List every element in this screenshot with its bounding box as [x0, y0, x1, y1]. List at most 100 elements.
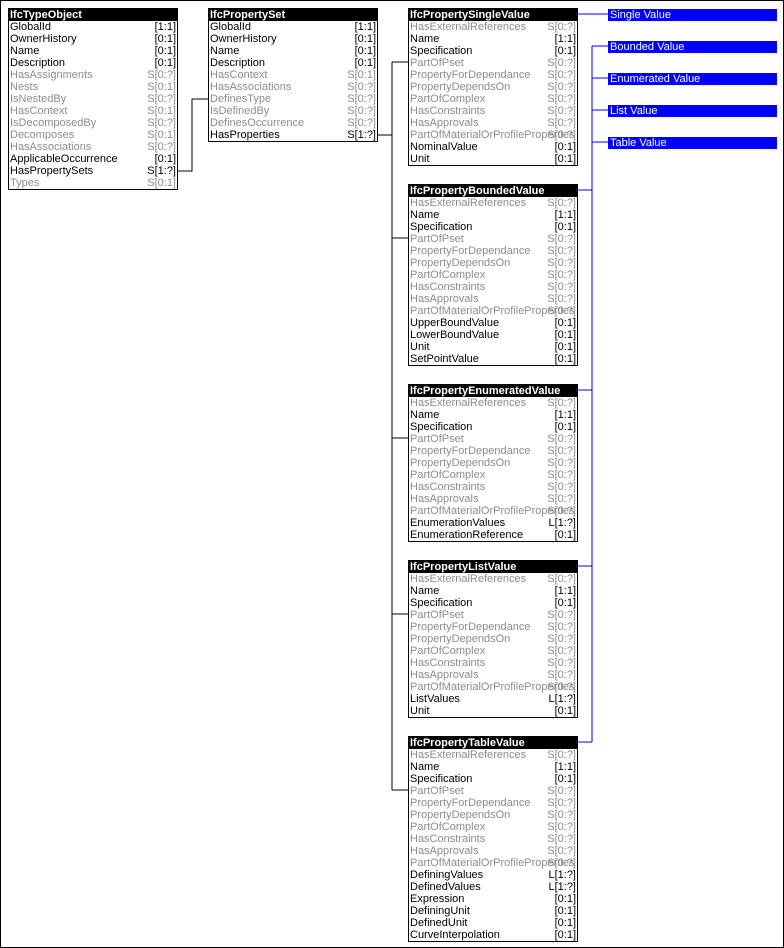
- attribute-row[interactable]: ApplicableOccurrence [0:1]: [9, 153, 177, 165]
- attribute-row[interactable]: HasContext S[0:1]: [9, 105, 177, 117]
- attribute-row[interactable]: PartOfPset S[0:?]: [409, 609, 577, 621]
- attribute-row[interactable]: IsDecomposedBy S[0:?]: [9, 117, 177, 129]
- attribute-row[interactable]: PartOfMaterialOrProfileProperties S[0:?]: [409, 505, 577, 517]
- attribute-row[interactable]: SetPointValue [0:1]: [409, 353, 577, 365]
- attribute-row[interactable]: HasConstraints S[0:?]: [409, 281, 577, 293]
- attribute-row[interactable]: DefinesType S[0:?]: [209, 93, 377, 105]
- entity-list-value[interactable]: IfcPropertyListValue HasExternalReference…: [408, 560, 578, 718]
- attribute-row[interactable]: Unit [0:1]: [409, 341, 577, 353]
- label-enumerated-value[interactable]: Enumerated Value: [608, 73, 777, 85]
- attribute-row[interactable]: PartOfPset S[0:?]: [409, 433, 577, 445]
- attribute-row[interactable]: GlobalId [1:1]: [209, 21, 377, 33]
- attribute-row[interactable]: Specification [0:1]: [409, 221, 577, 233]
- attribute-row[interactable]: Name [1:1]: [409, 585, 577, 597]
- attribute-row[interactable]: PropertyDependsOn S[0:?]: [409, 809, 577, 821]
- entity-table-value[interactable]: IfcPropertyTableValue HasExternalReferenc…: [408, 736, 578, 942]
- attribute-row[interactable]: EnumerationValues L[1:?]: [409, 517, 577, 529]
- attribute-row[interactable]: PartOfComplex S[0:?]: [409, 645, 577, 657]
- attribute-row[interactable]: Specification [0:1]: [409, 421, 577, 433]
- attribute-row[interactable]: Name [1:1]: [409, 209, 577, 221]
- attribute-row[interactable]: PartOfPset S[0:?]: [409, 785, 577, 797]
- attribute-row[interactable]: PropertyDependsOn S[0:?]: [409, 81, 577, 93]
- attribute-row[interactable]: NominalValue [0:1]: [409, 141, 577, 153]
- attribute-row[interactable]: Specification [0:1]: [409, 597, 577, 609]
- attribute-row[interactable]: HasExternalReferences S[0:?]: [409, 197, 577, 209]
- attribute-row[interactable]: ListValues L[1:?]: [409, 693, 577, 705]
- attribute-row[interactable]: PartOfMaterialOrProfileProperties S[0:?]: [409, 305, 577, 317]
- attribute-row[interactable]: PartOfComplex S[0:?]: [409, 469, 577, 481]
- attribute-row[interactable]: HasAssociations S[0:?]: [209, 81, 377, 93]
- attribute-row[interactable]: PartOfMaterialOrProfileProperties S[0:?]: [409, 681, 577, 693]
- label-list-value[interactable]: List Value: [608, 105, 777, 117]
- attribute-row[interactable]: DefiningValues L[1:?]: [409, 869, 577, 881]
- entity-single-value[interactable]: IfcPropertySingleValue HasExternalReferen…: [408, 8, 578, 166]
- attribute-row[interactable]: PropertyForDependance S[0:?]: [409, 621, 577, 633]
- attribute-row[interactable]: Name [0:1]: [9, 45, 177, 57]
- attribute-row[interactable]: PropertyForDependance S[0:?]: [409, 245, 577, 257]
- label-table-value[interactable]: Table Value: [608, 137, 777, 149]
- attribute-row[interactable]: Description [0:1]: [9, 57, 177, 69]
- attribute-row[interactable]: PropertyForDependance S[0:?]: [409, 69, 577, 81]
- attribute-row[interactable]: HasProperties S[1:?]: [209, 129, 377, 141]
- attribute-row[interactable]: HasConstraints S[0:?]: [409, 481, 577, 493]
- attribute-row[interactable]: Expression [0:1]: [409, 893, 577, 905]
- attribute-row[interactable]: Description [0:1]: [209, 57, 377, 69]
- attribute-row[interactable]: HasConstraints S[0:?]: [409, 657, 577, 669]
- attribute-row[interactable]: HasApprovals S[0:?]: [409, 669, 577, 681]
- attribute-row[interactable]: PartOfPset S[0:?]: [409, 233, 577, 245]
- attribute-row[interactable]: IsDefinedBy S[0:?]: [209, 105, 377, 117]
- attribute-row[interactable]: DefinedUnit [0:1]: [409, 917, 577, 929]
- attribute-row[interactable]: PropertyDependsOn S[0:?]: [409, 633, 577, 645]
- attribute-row[interactable]: HasApprovals S[0:?]: [409, 117, 577, 129]
- attribute-row[interactable]: OwnerHistory [0:1]: [9, 33, 177, 45]
- attribute-row[interactable]: HasContext S[0:1]: [209, 69, 377, 81]
- label-bounded-value[interactable]: Bounded Value: [608, 41, 777, 53]
- attribute-row[interactable]: LowerBoundValue [0:1]: [409, 329, 577, 341]
- attribute-row[interactable]: HasConstraints S[0:?]: [409, 833, 577, 845]
- attribute-row[interactable]: HasApprovals S[0:?]: [409, 493, 577, 505]
- attribute-row[interactable]: PartOfComplex S[0:?]: [409, 93, 577, 105]
- attribute-row[interactable]: PropertyForDependance S[0:?]: [409, 797, 577, 809]
- entity-bounded-value[interactable]: IfcPropertyBoundedValue HasExternalRefere…: [408, 184, 578, 366]
- entity-enumerated-value[interactable]: IfcPropertyEnumeratedValue HasExternalRef…: [408, 384, 578, 542]
- attribute-row[interactable]: Name [1:1]: [409, 33, 577, 45]
- attribute-row[interactable]: Unit [0:1]: [409, 153, 577, 165]
- attribute-row[interactable]: HasPropertySets S[1:?]: [9, 165, 177, 177]
- attribute-row[interactable]: HasConstraints S[0:?]: [409, 105, 577, 117]
- entity-property-set[interactable]: IfcPropertySet GlobalId [1:1] OwnerHistory […: [208, 8, 378, 142]
- attribute-row[interactable]: PartOfMaterialOrProfileProperties S[0:?]: [409, 129, 577, 141]
- attribute-row[interactable]: HasExternalReferences S[0:?]: [409, 573, 577, 585]
- attribute-row[interactable]: EnumerationReference [0:1]: [409, 529, 577, 541]
- attribute-row[interactable]: CurveInterpolation [0:1]: [409, 929, 577, 941]
- attribute-row[interactable]: PartOfMaterialOrProfileProperties S[0:?]: [409, 857, 577, 869]
- attribute-row[interactable]: IsNestedBy S[0:?]: [9, 93, 177, 105]
- label-single-value[interactable]: Single Value: [608, 9, 777, 21]
- attribute-row[interactable]: Name [1:1]: [409, 409, 577, 421]
- attribute-row[interactable]: DefiningUnit [0:1]: [409, 905, 577, 917]
- attribute-row[interactable]: Nests S[0:1]: [9, 81, 177, 93]
- attribute-row[interactable]: HasApprovals S[0:?]: [409, 845, 577, 857]
- attribute-row[interactable]: Name [0:1]: [209, 45, 377, 57]
- attribute-row[interactable]: DefinesOccurrence S[0:?]: [209, 117, 377, 129]
- attribute-row[interactable]: PropertyForDependance S[0:?]: [409, 445, 577, 457]
- attribute-row[interactable]: PartOfComplex S[0:?]: [409, 821, 577, 833]
- attribute-row[interactable]: DefinedValues L[1:?]: [409, 881, 577, 893]
- attribute-row[interactable]: Types S[0:1]: [9, 177, 177, 189]
- attribute-row[interactable]: Name [1:1]: [409, 761, 577, 773]
- attribute-row[interactable]: UpperBoundValue [0:1]: [409, 317, 577, 329]
- attribute-row[interactable]: Specification [0:1]: [409, 45, 577, 57]
- attribute-row[interactable]: PartOfPset S[0:?]: [409, 57, 577, 69]
- attribute-row[interactable]: GlobalId [1:1]: [9, 21, 177, 33]
- attribute-row[interactable]: HasExternalReferences S[0:?]: [409, 21, 577, 33]
- attribute-row[interactable]: Unit [0:1]: [409, 705, 577, 717]
- attribute-row[interactable]: HasAssignments S[0:?]: [9, 69, 177, 81]
- attribute-row[interactable]: Specification [0:1]: [409, 773, 577, 785]
- attribute-row[interactable]: HasAssociations S[0:?]: [9, 141, 177, 153]
- attribute-row[interactable]: Decomposes S[0:1]: [9, 129, 177, 141]
- attribute-row[interactable]: HasApprovals S[0:?]: [409, 293, 577, 305]
- attribute-row[interactable]: OwnerHistory [0:1]: [209, 33, 377, 45]
- attribute-row[interactable]: HasExternalReferences S[0:?]: [409, 749, 577, 761]
- entity-type-object[interactable]: IfcTypeObject GlobalId [1:1] OwnerHistory [0…: [8, 8, 178, 190]
- attribute-row[interactable]: PartOfComplex S[0:?]: [409, 269, 577, 281]
- attribute-row[interactable]: PropertyDependsOn S[0:?]: [409, 257, 577, 269]
